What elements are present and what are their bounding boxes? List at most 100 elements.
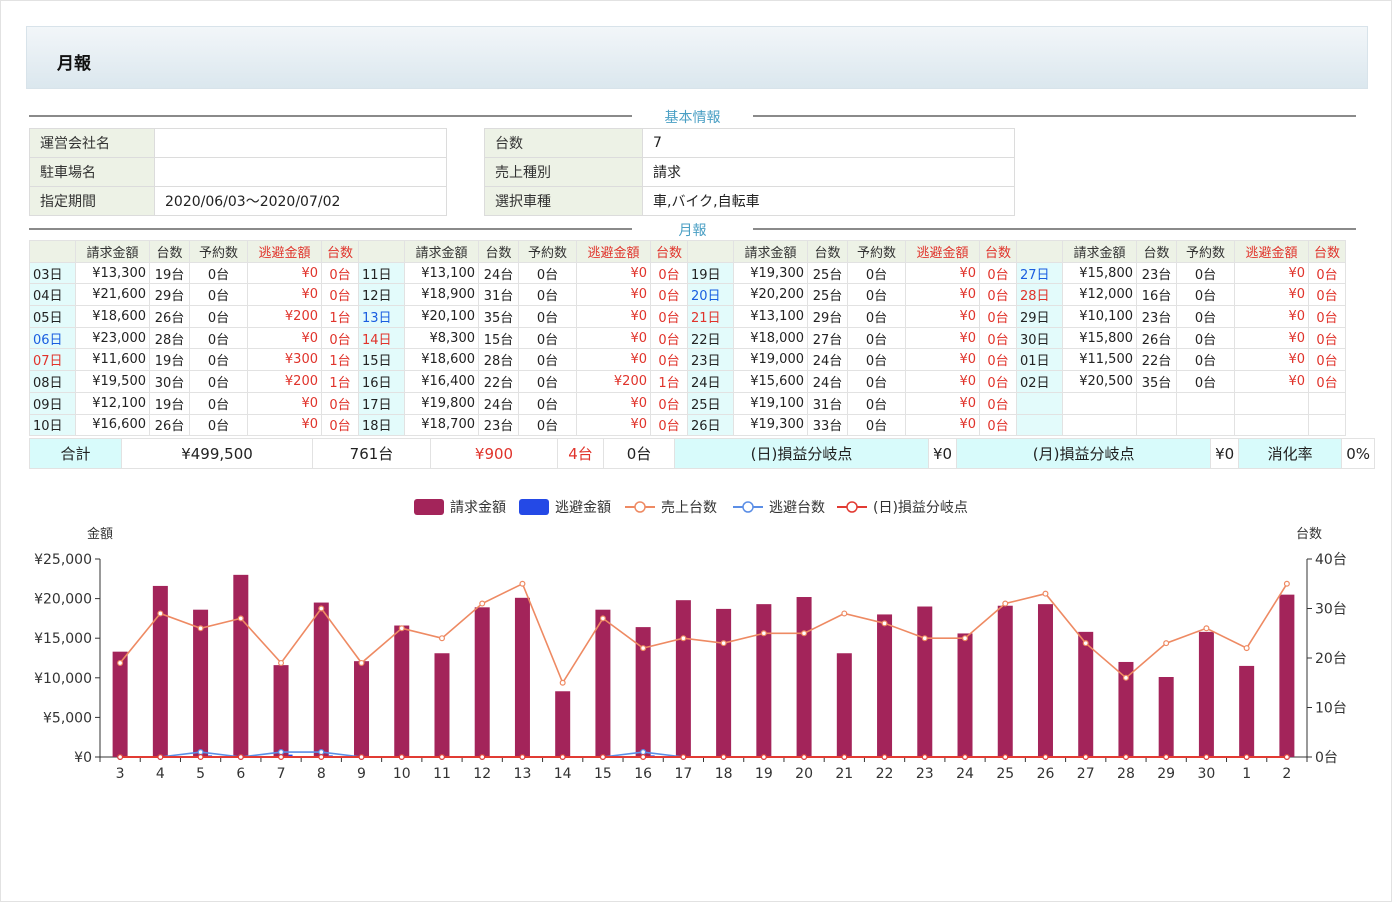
x-tick-label: 24 <box>956 766 974 782</box>
evasion-units-cell: 0台 <box>650 261 688 285</box>
monthly-header-cell: 台数 <box>979 240 1017 263</box>
billing-cell: ¥15,800 <box>1062 261 1137 285</box>
info-row: 駐車場名 <box>29 157 447 187</box>
monthly-header-cell: 逃避金額 <box>905 240 980 263</box>
evasion-units-cell: 0台 <box>979 326 1017 350</box>
reserved-cell: 0台 <box>847 305 906 328</box>
billing-cell: ¥10,100 <box>1062 305 1137 328</box>
monthly-header-cell: 請求金額 <box>75 240 150 263</box>
evasion-cell: ¥0 <box>1234 348 1309 372</box>
x-tick-label: 14 <box>554 766 572 782</box>
daily-chart: 金額 台数 ¥0 ¥5,000 ¥10,000 ¥15,000 ¥20,000 ¥25,000… <box>34 499 1347 782</box>
table-row: 04日 ¥21,600 29台 0台 ¥0 0台 12日 ¥18,900 31台 0台 ¥0 0台 20… <box>29 283 1346 307</box>
monthly-header-cell: 台数 <box>650 240 688 263</box>
bar-billing <box>474 607 490 757</box>
evasion-units-cell: 0台 <box>650 413 688 437</box>
evasion-cell: ¥0 <box>576 283 651 307</box>
evasion-units-cell: 1台 <box>321 305 359 328</box>
evasion-cell: ¥0 <box>247 283 322 307</box>
reserved-cell: 0台 <box>847 326 906 350</box>
evasion-units-cell: 0台 <box>1308 348 1346 372</box>
table-row: 08日 ¥19,500 30台 0台 ¥200 1台 16日 ¥16,400 22台 0台 ¥200… <box>29 370 1346 393</box>
billing-cell: ¥11,600 <box>75 348 150 372</box>
bar-billing <box>595 609 611 757</box>
point-daily-breakeven <box>881 754 888 761</box>
day-cell <box>1016 391 1063 415</box>
x-tick-label: 1 <box>1242 766 1251 782</box>
info-label: 選択車種 <box>484 186 643 216</box>
billing-cell: ¥19,300 <box>733 413 808 437</box>
x-tick-label: 6 <box>236 766 245 782</box>
evasion-cell: ¥0 <box>905 391 980 415</box>
billing-cell <box>1062 391 1137 415</box>
point-sales-units <box>841 610 848 617</box>
y-right-tick-label: 20台 <box>1315 651 1347 667</box>
day-cell: 23日 <box>687 348 734 372</box>
x-tick-label: 2 <box>1282 766 1291 782</box>
point-daily-breakeven <box>1122 754 1129 761</box>
section-title-monthly: 月報 <box>678 223 707 239</box>
evasion-cell: ¥200 <box>247 370 322 393</box>
bar-billing <box>434 653 450 757</box>
billing-cell: ¥18,000 <box>733 326 808 350</box>
bar-billing <box>233 574 249 757</box>
point-sales-units <box>197 625 204 632</box>
totals-table: 合計 ¥499,500 761台 ¥900 4台 0台 (日)損益分岐点 ¥0 … <box>29 438 1375 469</box>
day-cell: 28日 <box>1016 283 1063 307</box>
reserved-cell: 0台 <box>189 261 248 285</box>
evasion-cell: ¥0 <box>247 413 322 437</box>
evasion-units-cell: 0台 <box>979 261 1017 285</box>
table-row: 07日 ¥11,600 19台 0台 ¥300 1台 15日 ¥18,600 28台 0台 ¥0 0台… <box>29 348 1346 372</box>
totals-evasion: ¥900 <box>430 438 558 469</box>
point-sales-units <box>559 679 566 686</box>
bar-billing <box>997 605 1013 757</box>
reserved-cell: 0台 <box>847 348 906 372</box>
reserved-cell: 0台 <box>847 413 906 437</box>
monthly-header-cell: 台数 <box>1308 240 1346 263</box>
reserved-cell: 0台 <box>518 305 577 328</box>
billing-cell: ¥12,000 <box>1062 283 1137 307</box>
evasion-cell: ¥0 <box>576 305 651 328</box>
legend-swatch <box>519 499 549 515</box>
monthly-header-cell <box>358 240 405 263</box>
y-tick-label: ¥5,000 <box>43 710 92 726</box>
info-label: 台数 <box>484 128 643 158</box>
units-cell: 33台 <box>807 413 848 437</box>
bar-billing <box>1198 631 1214 757</box>
consumption-rate-label: 消化率 <box>1238 438 1343 469</box>
billing-cell: ¥20,200 <box>733 283 808 307</box>
evasion-units-cell: 0台 <box>321 261 359 285</box>
monthly-header-cell: 予約数 <box>1176 240 1235 263</box>
x-tick-label: 21 <box>835 766 853 782</box>
units-cell: 31台 <box>478 283 519 307</box>
day-cell: 16日 <box>358 370 405 393</box>
point-daily-breakeven <box>921 754 928 761</box>
info-value: 請求 <box>642 157 1015 187</box>
legend-label: 請求金額 <box>450 500 506 516</box>
point-sales-units <box>720 640 727 647</box>
units-cell: 16台 <box>1136 283 1177 307</box>
evasion-units-cell: 0台 <box>650 391 688 415</box>
bar-billing <box>394 625 410 757</box>
day-cell: 22日 <box>687 326 734 350</box>
evasion-units-cell: 1台 <box>650 370 688 393</box>
billing-cell: ¥21,600 <box>75 283 150 307</box>
info-label: 運営会社名 <box>29 128 155 158</box>
x-tick-label: 28 <box>1117 766 1135 782</box>
point-daily-breakeven <box>801 754 808 761</box>
monthly-header-cell: 請求金額 <box>733 240 808 263</box>
point-sales-units <box>1002 600 1009 607</box>
point-daily-breakeven <box>398 754 405 761</box>
info-row: 選択車種 車,バイク,自転車 <box>484 186 1015 216</box>
point-daily-breakeven <box>1042 754 1049 761</box>
evasion-units-cell: 0台 <box>979 391 1017 415</box>
reserved-cell: 0台 <box>518 413 577 437</box>
legend-swatch-point <box>634 501 646 513</box>
point-daily-breakeven <box>720 754 727 761</box>
evasion-cell: ¥0 <box>576 348 651 372</box>
evasion-units-cell <box>1308 391 1346 415</box>
evasion-cell: ¥200 <box>576 370 651 393</box>
monthly-header-cell: 逃避金額 <box>576 240 651 263</box>
bar-billing <box>273 665 289 757</box>
day-cell: 13日 <box>358 305 405 328</box>
